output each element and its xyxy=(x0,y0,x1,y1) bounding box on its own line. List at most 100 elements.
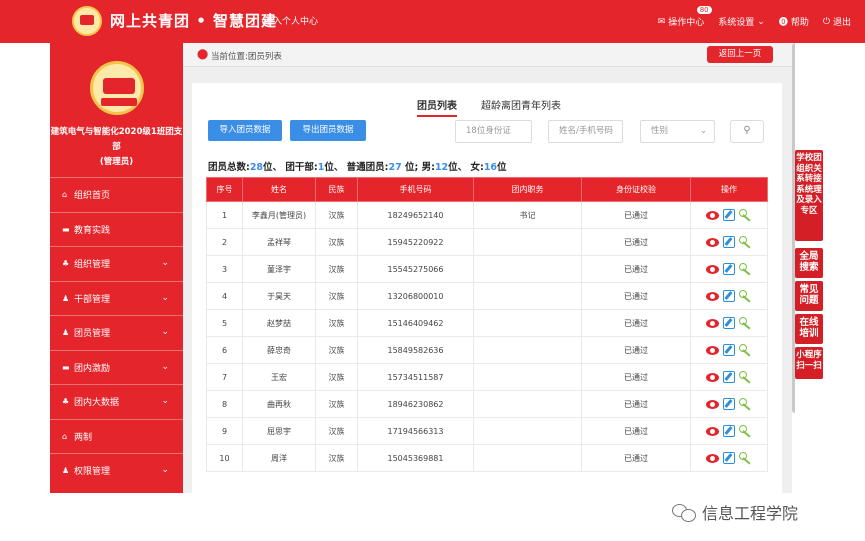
edit-icon[interactable] xyxy=(723,317,735,329)
mail-icon: ✉ xyxy=(657,16,666,27)
view-icon[interactable] xyxy=(706,426,719,436)
view-icon[interactable] xyxy=(706,345,719,355)
edit-icon[interactable] xyxy=(723,398,735,410)
view-icon[interactable] xyxy=(706,264,719,274)
sidebar-item-org-management[interactable]: ♣ 组织管理 ⌄ xyxy=(50,246,183,281)
organization-name: 建筑电气与智能化2020级1班团支 部 (管理员) xyxy=(50,125,183,170)
sidebar-menu: ⌂ 组织首页 ▬ 教育实践 ♣ 组织管理 ⌄ ♟ 干部管理 ⌄ ♟ 团员管理 ⌄ ▬ 团内激励 ⌄ … xyxy=(50,177,183,488)
edit-icon[interactable] xyxy=(723,344,735,356)
edit-icon[interactable] xyxy=(723,425,735,437)
table-row: 9 屈思宇 汉族 17194566313 已通过 xyxy=(206,417,768,445)
power-icon: ⏻ xyxy=(822,16,830,27)
location-pin-icon: ⬤ xyxy=(197,49,209,60)
key-icon[interactable] xyxy=(739,425,752,437)
row-actions xyxy=(691,290,767,302)
sidebar-item-member-management[interactable]: ♟ 团员管理 ⌄ xyxy=(50,315,183,350)
system-settings-link[interactable]: 系统设置 ⌄ xyxy=(718,15,765,29)
edit-icon[interactable] xyxy=(723,263,735,275)
table-cell: 5 xyxy=(206,309,243,337)
youth-league-logo xyxy=(72,6,102,36)
chevron-down-icon: ⌄ xyxy=(699,126,707,136)
system-settings-label: 系统设置 xyxy=(718,18,755,28)
table-cell: 汉族 xyxy=(315,228,358,256)
table-cell: 18946230862 xyxy=(357,390,474,418)
table-cell: 已通过 xyxy=(581,444,691,472)
name-phone-input[interactable]: 姓名/手机号码 xyxy=(548,120,623,143)
key-icon[interactable] xyxy=(739,317,752,329)
users-icon: ♟ xyxy=(62,293,70,303)
table-cell: 4 xyxy=(206,282,243,310)
view-icon[interactable] xyxy=(706,453,719,463)
search-button[interactable]: ⚲ xyxy=(730,120,764,143)
sidebar-item-label: 教育实践 xyxy=(74,225,111,236)
table-cell xyxy=(473,390,582,418)
table-cell: 15734511587 xyxy=(357,363,474,391)
sidebar-item-org-home[interactable]: ⌂ 组织首页 xyxy=(50,177,183,212)
stat-total-value: 28 xyxy=(249,162,264,173)
gender-select[interactable]: 性别 ⌄ xyxy=(640,120,715,143)
sidebar-item-education[interactable]: ▬ 教育实践 xyxy=(50,211,183,247)
folder-icon: ▬ xyxy=(62,362,70,372)
table-cell xyxy=(473,336,582,364)
help-link[interactable]: ⓿ 帮助 xyxy=(779,15,809,28)
key-icon[interactable] xyxy=(739,398,752,410)
sidebar-item-label: 组织管理 xyxy=(74,260,111,271)
sidebar-item-incentives[interactable]: ▬ 团内激励 ⌄ xyxy=(50,349,183,385)
table-cell xyxy=(473,255,582,283)
table-cell: 9 xyxy=(206,417,243,445)
personal-center-link[interactable]: 进入个人中心 xyxy=(264,14,318,27)
key-icon[interactable] xyxy=(739,371,752,383)
global-search-button[interactable]: 全局搜索 xyxy=(795,248,823,278)
sidebar-item-permissions[interactable]: ♟ 权限管理 ⌄ xyxy=(50,453,183,488)
edit-icon[interactable] xyxy=(723,371,735,383)
table-cell: 汉族 xyxy=(315,390,358,418)
view-icon[interactable] xyxy=(706,399,719,409)
back-button[interactable]: 返回上一页 xyxy=(707,46,773,63)
chevron-down-icon: ⌄ xyxy=(161,258,169,268)
view-icon[interactable] xyxy=(706,210,719,220)
operation-center-link[interactable]: ✉ 操作中心 80 xyxy=(657,5,713,28)
faq-button[interactable]: 常见问题 xyxy=(795,281,823,311)
stat-regular-value: 27 xyxy=(388,162,402,173)
chevron-down-icon: ⌄ xyxy=(161,361,169,372)
sidebar-item-cadre-management[interactable]: ♟ 干部管理 ⌄ xyxy=(50,280,183,316)
transfer-system-button[interactable]: 学校团组织关系转接系统理及录入专区 xyxy=(795,150,823,241)
sidebar-item-big-data[interactable]: ♣ 团内大数据 ⌄ xyxy=(50,384,183,419)
mini-program-button[interactable]: 小程序扫一扫 xyxy=(795,347,823,379)
actions-cell xyxy=(690,255,768,283)
online-training-button[interactable]: 在线培训 xyxy=(795,314,823,344)
home-icon: ⌂ xyxy=(62,431,68,441)
chevron-down-icon: ⌄ xyxy=(161,396,169,406)
view-icon[interactable] xyxy=(706,291,719,301)
import-members-button[interactable]: 导入团员数据 xyxy=(208,120,282,141)
table-cell xyxy=(473,417,582,445)
tab-member-list[interactable]: 团员列表 xyxy=(417,97,457,117)
key-icon[interactable] xyxy=(739,344,752,356)
edit-icon[interactable] xyxy=(723,236,735,248)
id-number-input[interactable]: 18位身份证 xyxy=(455,120,532,143)
view-icon[interactable] xyxy=(706,372,719,382)
export-members-button[interactable]: 导出团员数据 xyxy=(290,120,366,141)
key-icon[interactable] xyxy=(739,209,752,221)
edit-icon[interactable] xyxy=(723,452,735,464)
table-row: 1 李鑫月(管理员) 汉族 18249652140 书记 已通过 xyxy=(206,201,768,229)
chevron-down-icon: ⌄ xyxy=(161,327,169,337)
key-icon[interactable] xyxy=(739,263,752,275)
view-icon[interactable] xyxy=(706,318,719,328)
column-header: 序号 xyxy=(206,177,243,202)
key-icon[interactable] xyxy=(739,236,752,248)
edit-icon[interactable] xyxy=(723,290,735,302)
logout-link[interactable]: ⏻ 退出 xyxy=(822,15,851,29)
table-cell: 15945220922 xyxy=(357,228,474,256)
key-icon[interactable] xyxy=(739,452,752,464)
table-cell: 汉族 xyxy=(315,417,358,445)
chevron-down-icon: ⌄ xyxy=(757,16,765,27)
sidebar-item-two-systems[interactable]: ⌂ 两制 xyxy=(50,418,183,454)
table-cell: 汉族 xyxy=(315,309,358,337)
tab-overage-list[interactable]: 超龄离团青年列表 xyxy=(481,97,561,117)
edit-icon[interactable] xyxy=(723,209,735,221)
view-icon[interactable] xyxy=(706,237,719,247)
row-actions xyxy=(691,398,767,410)
key-icon[interactable] xyxy=(739,290,752,302)
table-cell: 15045369881 xyxy=(357,444,474,472)
